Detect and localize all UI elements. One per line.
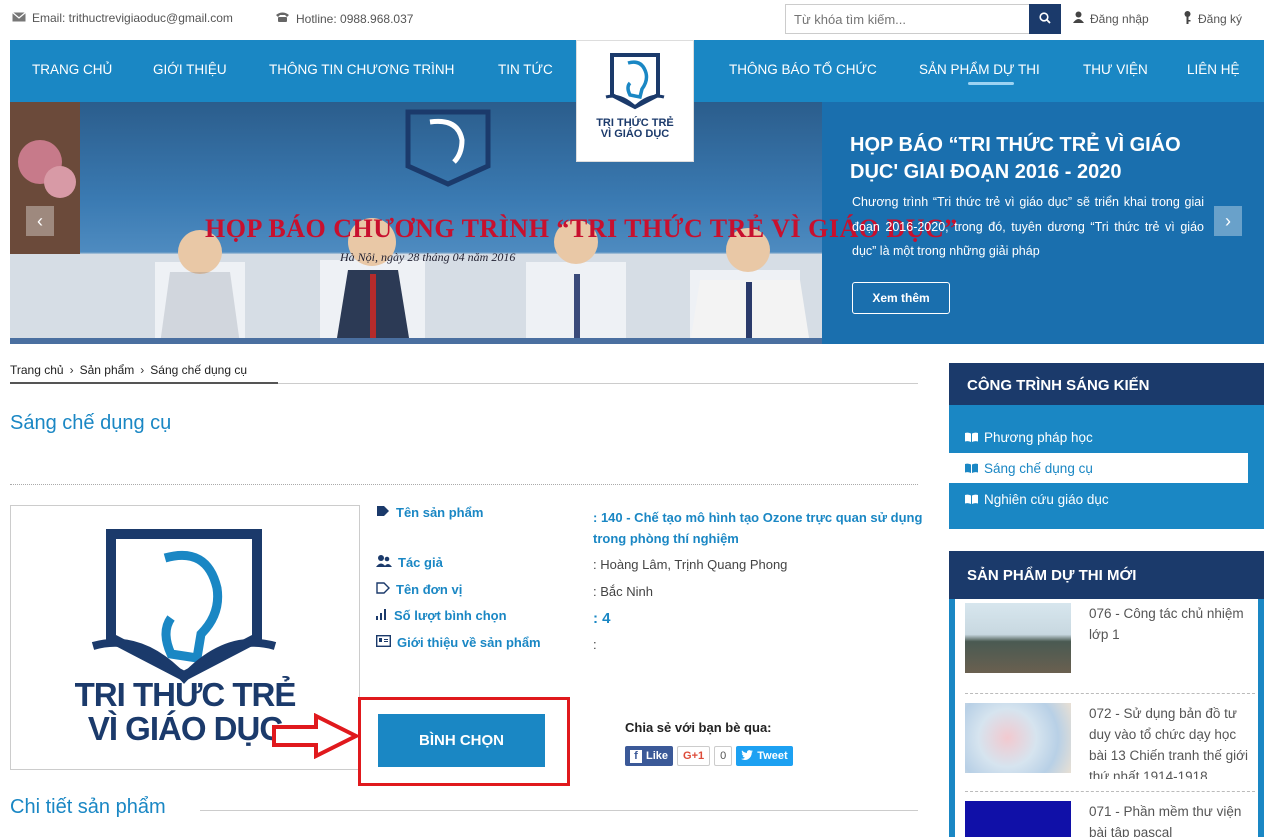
new-products-list: 076 - Công tác chủ nhiệm lớp 1 072 - Sử … (955, 599, 1258, 837)
unit-value: : Bắc Ninh (593, 584, 653, 599)
nav-item-program-info[interactable]: THÔNG TIN CHƯƠNG TRÌNH (269, 62, 454, 77)
search-form (785, 4, 1061, 34)
list-divider (965, 693, 1255, 694)
nav-item-about[interactable]: GIỚI THIỆU (153, 62, 227, 77)
category-education-research[interactable]: Nghiên cứu giáo dục (949, 484, 1248, 514)
nav-item-announcements[interactable]: THÔNG BÁO TỔ CHỨC (729, 62, 877, 77)
new-product-title: 076 - Công tác chủ nhiệm lớp 1 (1089, 606, 1244, 642)
category-invention-tools[interactable]: Sáng chế dụng cụ (949, 453, 1248, 483)
classroom-thumbnail (965, 603, 1071, 673)
mindmap-thumbnail (965, 703, 1071, 773)
tag-icon (376, 505, 390, 520)
nav-item-contact[interactable]: LIÊN HỆ (1187, 62, 1240, 77)
title-divider (10, 484, 918, 485)
code-editor-thumbnail (965, 801, 1071, 837)
site-logo[interactable]: TRI THỨC TRẺ VÌ GIÁO DỤC (576, 40, 694, 162)
nav-item-library[interactable]: THƯ VIỆN (1083, 62, 1148, 77)
banner-prev-arrow[interactable]: ‹ (26, 206, 54, 236)
twitter-icon (741, 749, 754, 763)
vote-count-value: : 4 (593, 610, 611, 627)
breadcrumb-separator: › (69, 363, 74, 377)
new-products-panel: SẢN PHẨM DỰ THI MỚI 076 - Công tác chủ n… (949, 551, 1264, 837)
top-bar: Email: trithuctrevigiaoduc@gmail.com Hot… (0, 0, 1268, 38)
email-text: Email: trithuctrevigiaoduc@gmail.com (32, 11, 233, 25)
key-icon (1183, 11, 1192, 27)
list-item[interactable]: 076 - Công tác chủ nhiệm lớp 1 (965, 603, 1255, 677)
hotline-text: Hotline: 0988.968.037 (296, 11, 414, 26)
banner-next-arrow[interactable]: › (1214, 206, 1242, 236)
id-card-icon (375, 634, 392, 650)
author-label: Tác giả (376, 555, 443, 570)
product-image-text-line1: TRI THỨC TRẺ (74, 676, 297, 713)
breadcrumb-products[interactable]: Sản phẩm (80, 363, 135, 377)
detail-divider (200, 810, 918, 811)
open-book-head-icon (577, 49, 693, 118)
banner-backdrop-date: Hà Nội, ngày 28 tháng 04 năm 2016 (340, 250, 516, 264)
product-detail-title: Chi tiết sản phẩm (10, 796, 166, 818)
login-link[interactable]: Đăng nhập (1073, 11, 1149, 26)
chevron-right-icon: › (1225, 210, 1231, 231)
page-title: Sáng chế dụng cụ (10, 412, 172, 434)
read-more-button[interactable]: Xem thêm (852, 282, 950, 314)
register-link[interactable]: Đăng ký (1183, 11, 1242, 27)
vote-count-label: Số lượt bình chọn (376, 608, 507, 623)
breadcrumb-current: Sáng chế dụng cụ (150, 363, 248, 377)
nav-active-indicator (968, 82, 1014, 85)
login-label: Đăng nhập (1090, 11, 1149, 26)
share-label: Chia sẻ với bạn bè qua: (625, 720, 772, 735)
register-label: Đăng ký (1198, 12, 1243, 26)
vote-button[interactable]: BÌNH CHỌN (378, 714, 545, 767)
phone-icon (275, 11, 290, 26)
facebook-like-button[interactable]: f Like (625, 746, 674, 766)
label-icon (376, 582, 390, 597)
banner-backdrop-title: HỌP BÁO CHƯƠNG TRÌNH “TRI THỨC TRẺ VÌ GI… (205, 214, 958, 243)
nav-item-news[interactable]: TIN TỨC (498, 62, 553, 77)
new-product-title: 072 - Sử dụng bản đồ tư duy vào tổ chức … (1089, 706, 1248, 779)
google-plus-count: 0 (714, 746, 733, 766)
users-icon (376, 555, 392, 570)
book-icon (965, 492, 978, 507)
email-contact: Email: trithuctrevigiaoduc@gmail.com (12, 11, 233, 25)
book-icon (965, 430, 978, 445)
breadcrumb: Trang chủ › Sản phẩm › Sáng chế dụng cụ (10, 363, 247, 377)
breadcrumb-separator: › (140, 363, 145, 377)
share-buttons: f Like G+1 0 Tweet (625, 746, 793, 766)
search-input[interactable] (785, 4, 1029, 34)
categories-title: CÔNG TRÌNH SÁNG KIẾN (949, 363, 1264, 405)
red-arrow-icon (270, 712, 361, 764)
list-divider (965, 791, 1255, 792)
breadcrumb-underline (10, 382, 278, 384)
chevron-left-icon: ‹ (37, 210, 43, 231)
google-plus-button[interactable]: G+1 (677, 746, 711, 766)
category-learning-methods[interactable]: Phương pháp học (949, 422, 1248, 452)
logo-text-line2: VÌ GIÁO DỤC (600, 128, 670, 140)
intro-label: Giới thiệu về sản phẩm (375, 634, 541, 650)
banner-description: Chương trình “Tri thức trẻ vì giáo dục” … (852, 195, 1204, 258)
nav-item-contest-products[interactable]: SẢN PHẨM DỰ THI (919, 62, 1040, 77)
intro-value: : (593, 637, 597, 652)
unit-label: Tên đơn vị (376, 582, 462, 597)
product-name-value: : 140 - Chế tạo mô hình tạo Ozone trực q… (593, 510, 923, 546)
user-icon (1073, 11, 1084, 26)
search-button[interactable] (1029, 4, 1061, 34)
banner-headline[interactable]: HỌP BÁO “TRI THỨC TRẺ VÌ GIÁO DỤC' GIAI … (850, 132, 1220, 186)
nav-item-home[interactable]: TRANG CHỦ (32, 62, 112, 77)
facebook-icon: f (630, 749, 642, 763)
search-icon (1039, 11, 1051, 27)
list-item[interactable]: 071 - Phần mềm thư viện bài tập pascal (965, 801, 1255, 837)
envelope-icon (12, 11, 26, 25)
product-name-label: Tên sản phẩm (376, 505, 483, 520)
hotline-contact: Hotline: 0988.968.037 (275, 11, 413, 26)
tweet-button[interactable]: Tweet (736, 746, 793, 766)
new-products-title: SẢN PHẨM DỰ THI MỚI (949, 551, 1264, 599)
new-product-title: 071 - Phần mềm thư viện bài tập pascal (1089, 804, 1242, 837)
bar-chart-icon (376, 608, 388, 623)
categories-panel: CÔNG TRÌNH SÁNG KIẾN Phương pháp học Sán… (949, 363, 1264, 529)
book-icon (965, 461, 978, 476)
list-item[interactable]: 072 - Sử dụng bản đồ tư duy vào tổ chức … (965, 703, 1255, 779)
author-value: : Hoàng Lâm, Trịnh Quang Phong (593, 557, 788, 572)
breadcrumb-home[interactable]: Trang chủ (10, 363, 64, 377)
